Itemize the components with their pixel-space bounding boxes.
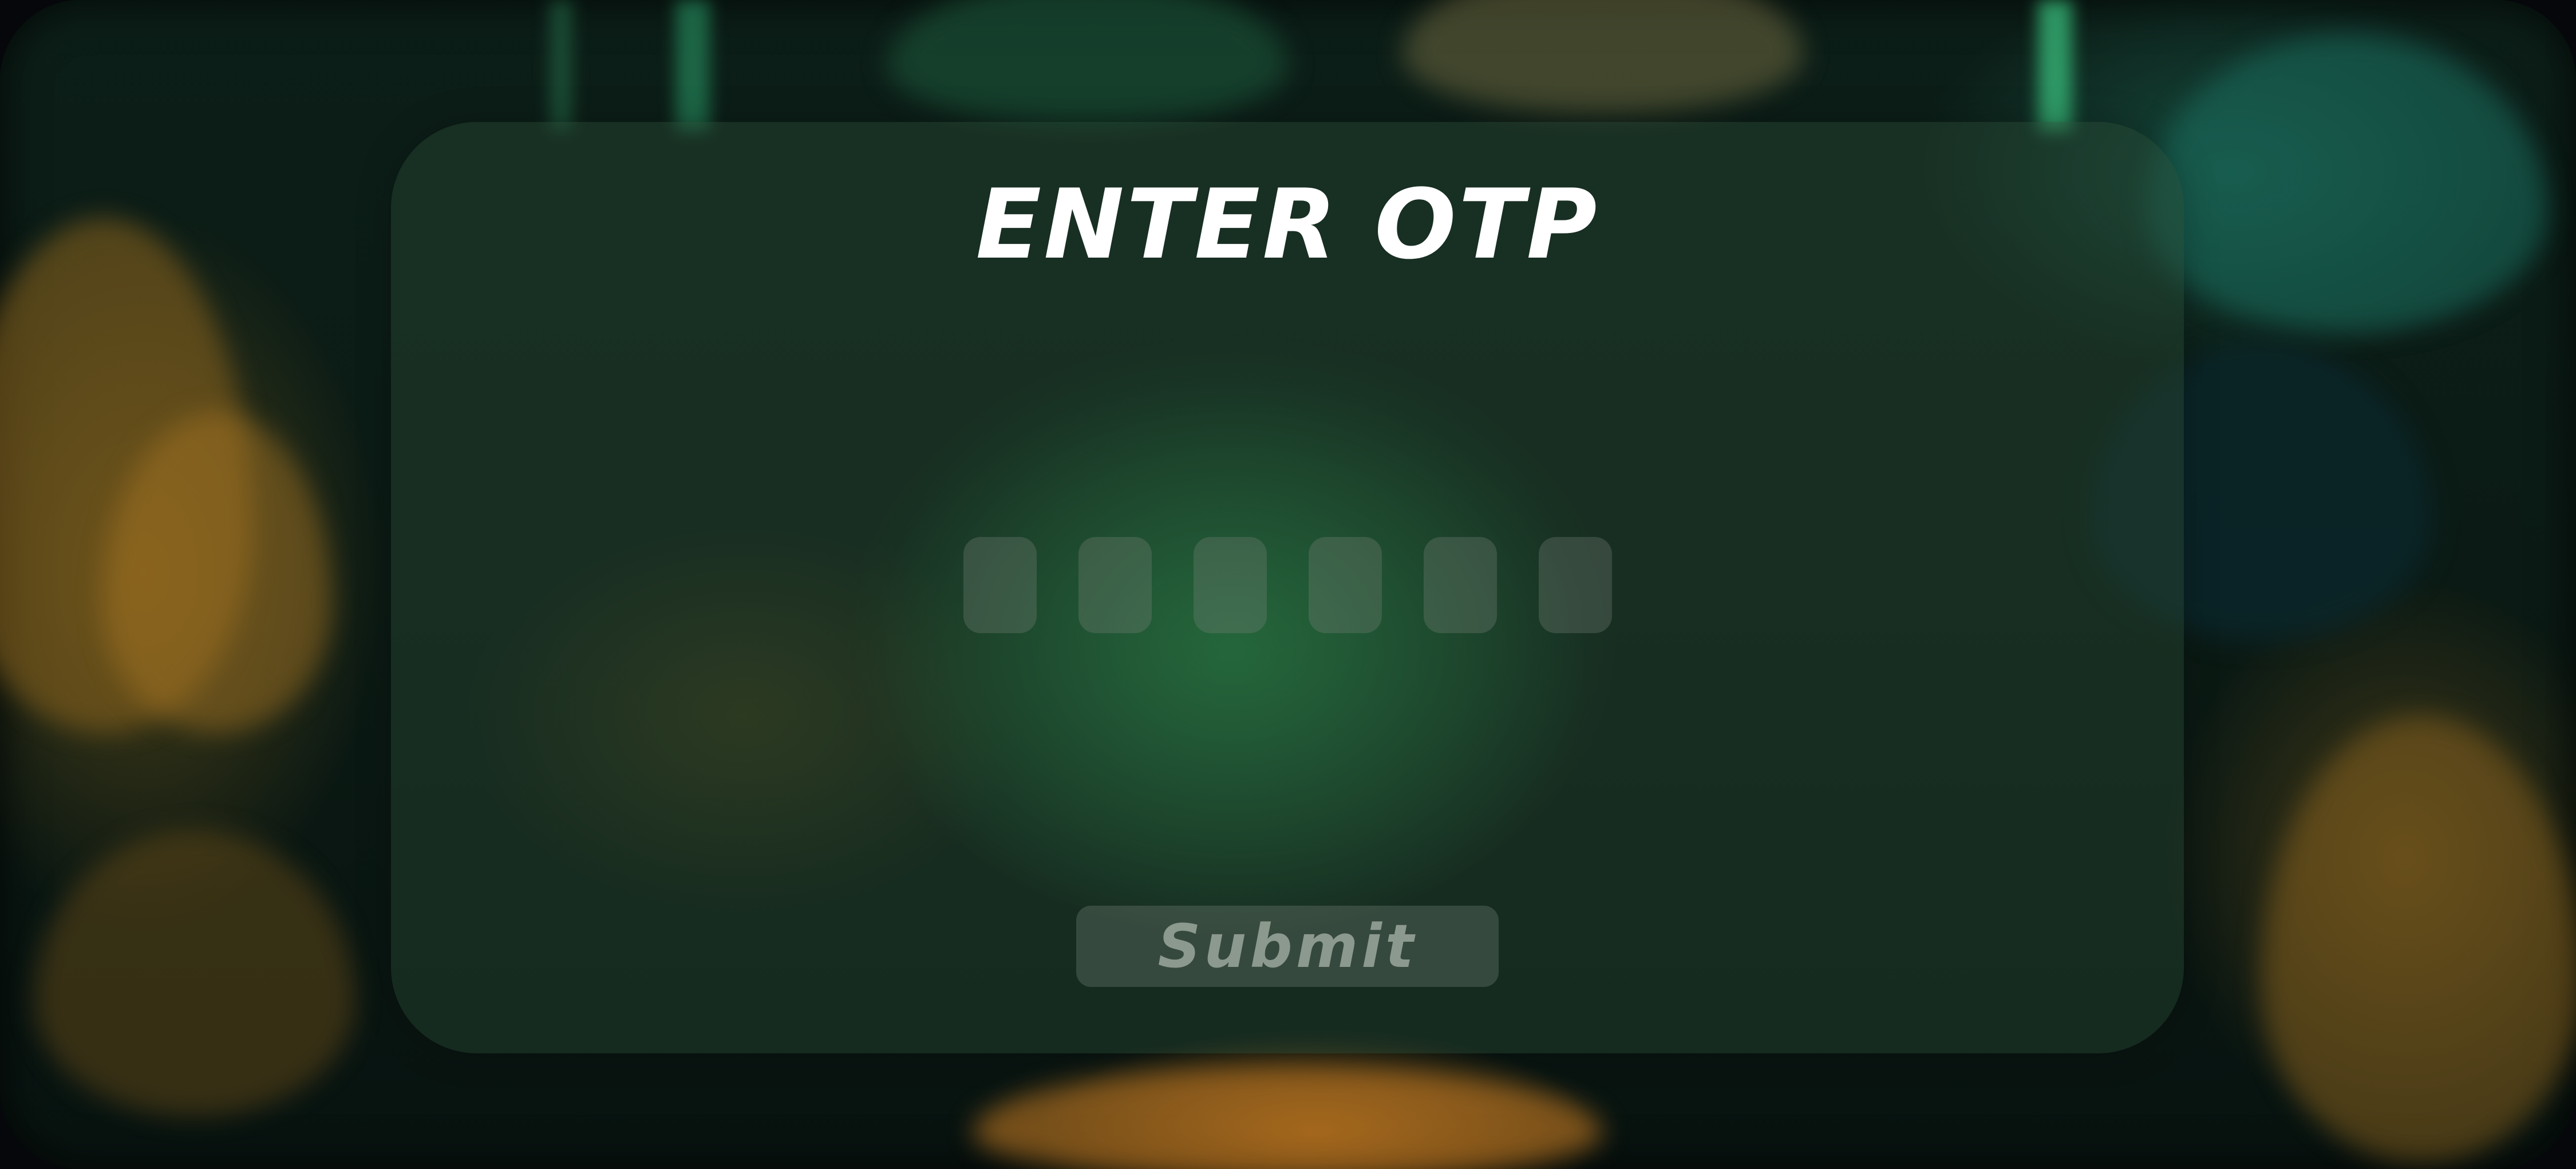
otp-digit-1[interactable] [963, 537, 1037, 633]
background-light-beam [550, 0, 572, 132]
background-foliage [2261, 716, 2576, 1162]
otp-input-group [963, 537, 1612, 633]
otp-digit-5[interactable] [1424, 537, 1497, 633]
otp-digit-6[interactable] [1539, 537, 1612, 633]
otp-dialog: ENTER OTP Submit [391, 122, 2184, 1053]
submit-button[interactable]: Submit [1076, 906, 1499, 987]
background-light-beam [675, 0, 710, 132]
background-foliage [887, 0, 1288, 126]
background-foliage [1402, 0, 1803, 114]
background-light-beam [2038, 0, 2072, 132]
jungle-background: ENTER OTP Submit [0, 0, 2576, 1169]
background-foliage [2147, 34, 2547, 332]
background-foliage [973, 1065, 1603, 1169]
otp-digit-4[interactable] [1309, 537, 1382, 633]
otp-digit-2[interactable] [1078, 537, 1152, 633]
otp-digit-3[interactable] [1194, 537, 1267, 633]
dialog-title: ENTER OTP [975, 168, 1599, 281]
background-foliage [34, 830, 355, 1116]
